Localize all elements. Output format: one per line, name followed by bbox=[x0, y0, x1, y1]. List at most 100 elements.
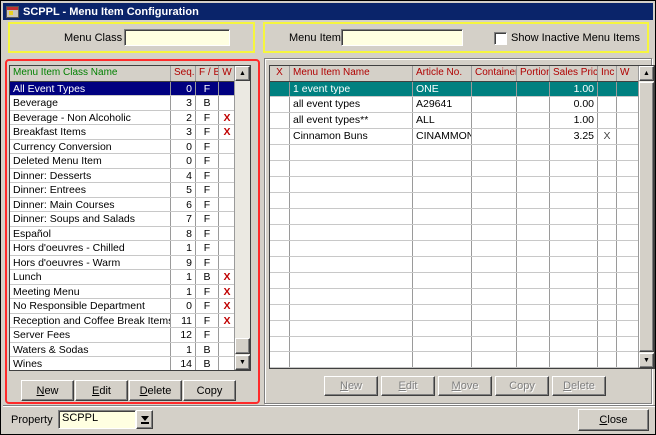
scroll-down-icon[interactable]: ▼ bbox=[235, 355, 250, 370]
menu-class-table-header: Menu Item Class NameSeq.F / BW bbox=[10, 66, 234, 82]
menu-item-row[interactable] bbox=[270, 145, 638, 161]
menu-item-input[interactable] bbox=[341, 29, 463, 46]
sales-price-cell bbox=[550, 209, 598, 224]
x-cell bbox=[270, 289, 290, 304]
class-name-cell: Dinner: Soups and Salads bbox=[10, 212, 171, 226]
w-flag-cell bbox=[219, 241, 234, 255]
inc-cell bbox=[598, 177, 617, 192]
copy-class-button[interactable]: Copy bbox=[183, 380, 236, 401]
column-header: Portion bbox=[517, 66, 550, 81]
menu-item-row[interactable] bbox=[270, 177, 638, 193]
inc-cell bbox=[598, 82, 617, 97]
seq-cell: 1 bbox=[171, 343, 196, 357]
menu-class-row[interactable]: No Responsible Department0FX bbox=[10, 299, 234, 314]
menu-class-row[interactable]: Lunch1BX bbox=[10, 270, 234, 285]
menu-class-row[interactable]: Dinner: Desserts4F bbox=[10, 169, 234, 184]
container-cell bbox=[472, 97, 517, 112]
delete-class-button[interactable]: Delete bbox=[129, 380, 182, 401]
article-no-cell: ALL bbox=[413, 113, 472, 128]
menu-item-row[interactable] bbox=[270, 352, 638, 368]
class-name-cell: Dinner: Desserts bbox=[10, 169, 171, 183]
menu-class-row[interactable]: Breakfast Items3FX bbox=[10, 125, 234, 140]
property-label: Property bbox=[11, 414, 53, 426]
fb-cell: B bbox=[196, 96, 219, 110]
menu-class-row[interactable]: All Event Types0F bbox=[10, 82, 234, 97]
menu-class-row[interactable]: Hors d'oeuvres - Warm9F bbox=[10, 256, 234, 271]
w-flag-cell bbox=[617, 352, 638, 367]
scrollbar-thumb[interactable] bbox=[639, 82, 654, 352]
menu-item-label: Menu Item bbox=[289, 32, 341, 44]
fb-cell: F bbox=[196, 212, 219, 226]
inc-cell bbox=[598, 289, 617, 304]
menu-class-row[interactable]: Dinner: Entrees5F bbox=[10, 183, 234, 198]
scrollbar-thumb[interactable] bbox=[235, 338, 250, 354]
column-header: F / B bbox=[196, 66, 219, 81]
show-inactive-checkbox[interactable] bbox=[494, 32, 507, 45]
menu-item-row[interactable] bbox=[270, 241, 638, 257]
fb-cell: F bbox=[196, 285, 219, 299]
fb-cell: F bbox=[196, 82, 219, 96]
edit-class-button[interactable]: Edit bbox=[75, 380, 128, 401]
show-inactive-label: Show Inactive Menu Items bbox=[511, 32, 640, 44]
titlebar[interactable]: SCPPL - Menu Item Configuration bbox=[3, 3, 653, 20]
class-name-cell: Breakfast Items bbox=[10, 125, 171, 139]
menu-item-row[interactable] bbox=[270, 257, 638, 273]
menu-item-row[interactable] bbox=[270, 273, 638, 289]
class-name-cell: Beverage - Non Alcoholic bbox=[10, 111, 171, 125]
menu-class-scrollbar[interactable]: ▲ ▼ bbox=[234, 66, 250, 370]
menu-class-row[interactable]: Dinner: Soups and Salads7F bbox=[10, 212, 234, 227]
column-header: Menu Item Class Name bbox=[10, 66, 171, 81]
menu-class-row[interactable]: Deleted Menu Item0F bbox=[10, 154, 234, 169]
article-no-cell bbox=[413, 209, 472, 224]
menu-class-row[interactable]: Server Fees12F bbox=[10, 328, 234, 343]
fb-cell: F bbox=[196, 183, 219, 197]
inc-cell bbox=[598, 145, 617, 160]
menu-item-row[interactable] bbox=[270, 209, 638, 225]
menu-item-row[interactable] bbox=[270, 225, 638, 241]
menu-class-row[interactable]: Meeting Menu1FX bbox=[10, 285, 234, 300]
dropdown-underline bbox=[141, 422, 149, 424]
scroll-up-icon[interactable]: ▲ bbox=[639, 66, 654, 81]
menu-class-row[interactable]: Reception and Coffee Break Items11FX bbox=[10, 314, 234, 329]
menu-class-row[interactable]: Hors d'oeuvres - Chilled1F bbox=[10, 241, 234, 256]
menu-item-row[interactable] bbox=[270, 337, 638, 353]
menu-class-input[interactable] bbox=[124, 29, 230, 46]
menu-item-row[interactable] bbox=[270, 305, 638, 321]
property-dropdown-button[interactable] bbox=[136, 410, 153, 429]
menu-item-row[interactable] bbox=[270, 289, 638, 305]
item-name-cell: Cinnamon Buns bbox=[290, 129, 413, 144]
property-combobox[interactable]: SCPPL bbox=[58, 410, 136, 429]
container-cell bbox=[472, 352, 517, 367]
new-class-button[interactable]: New bbox=[21, 380, 74, 401]
menu-class-row[interactable]: Currency Conversion0F bbox=[10, 140, 234, 155]
menu-class-row[interactable]: Waters & Sodas1B bbox=[10, 343, 234, 358]
class-name-cell: Meeting Menu bbox=[10, 285, 171, 299]
menu-item-scrollbar[interactable]: ▲ ▼ bbox=[638, 66, 654, 368]
sales-price-cell: 1.00 bbox=[550, 113, 598, 128]
item-name-cell bbox=[290, 273, 413, 288]
menu-class-row[interactable]: Beverage3B bbox=[10, 96, 234, 111]
scroll-up-icon[interactable]: ▲ bbox=[235, 66, 250, 81]
menu-item-row[interactable] bbox=[270, 193, 638, 209]
copy-item-button: Copy bbox=[495, 376, 549, 396]
close-button[interactable]: Close bbox=[578, 409, 649, 431]
menu-item-row[interactable] bbox=[270, 321, 638, 337]
menu-class-row[interactable]: Español8F bbox=[10, 227, 234, 242]
class-name-cell: All Event Types bbox=[10, 82, 171, 96]
menu-item-row[interactable]: Cinnamon BunsCINAMMON3.25X bbox=[270, 129, 638, 145]
menu-class-row[interactable]: Dinner: Main Courses6F bbox=[10, 198, 234, 213]
menu-item-row[interactable]: all event types**ALL1.00 bbox=[270, 113, 638, 129]
w-flag-cell bbox=[617, 145, 638, 160]
scroll-down-icon[interactable]: ▼ bbox=[639, 353, 654, 368]
menu-item-row[interactable] bbox=[270, 161, 638, 177]
class-name-cell: No Responsible Department bbox=[10, 299, 171, 313]
column-header: Seq. bbox=[171, 66, 196, 81]
portion-cell bbox=[517, 321, 550, 336]
menu-item-row[interactable]: all event typesA296410.00 bbox=[270, 97, 638, 113]
menu-class-row[interactable]: Wines14B bbox=[10, 357, 234, 370]
item-name-cell bbox=[290, 193, 413, 208]
menu-class-row[interactable]: Beverage - Non Alcoholic2FX bbox=[10, 111, 234, 126]
column-header: W bbox=[219, 66, 234, 81]
portion-cell bbox=[517, 305, 550, 320]
menu-item-row[interactable]: 1 event typeONE1.00 bbox=[270, 82, 638, 98]
